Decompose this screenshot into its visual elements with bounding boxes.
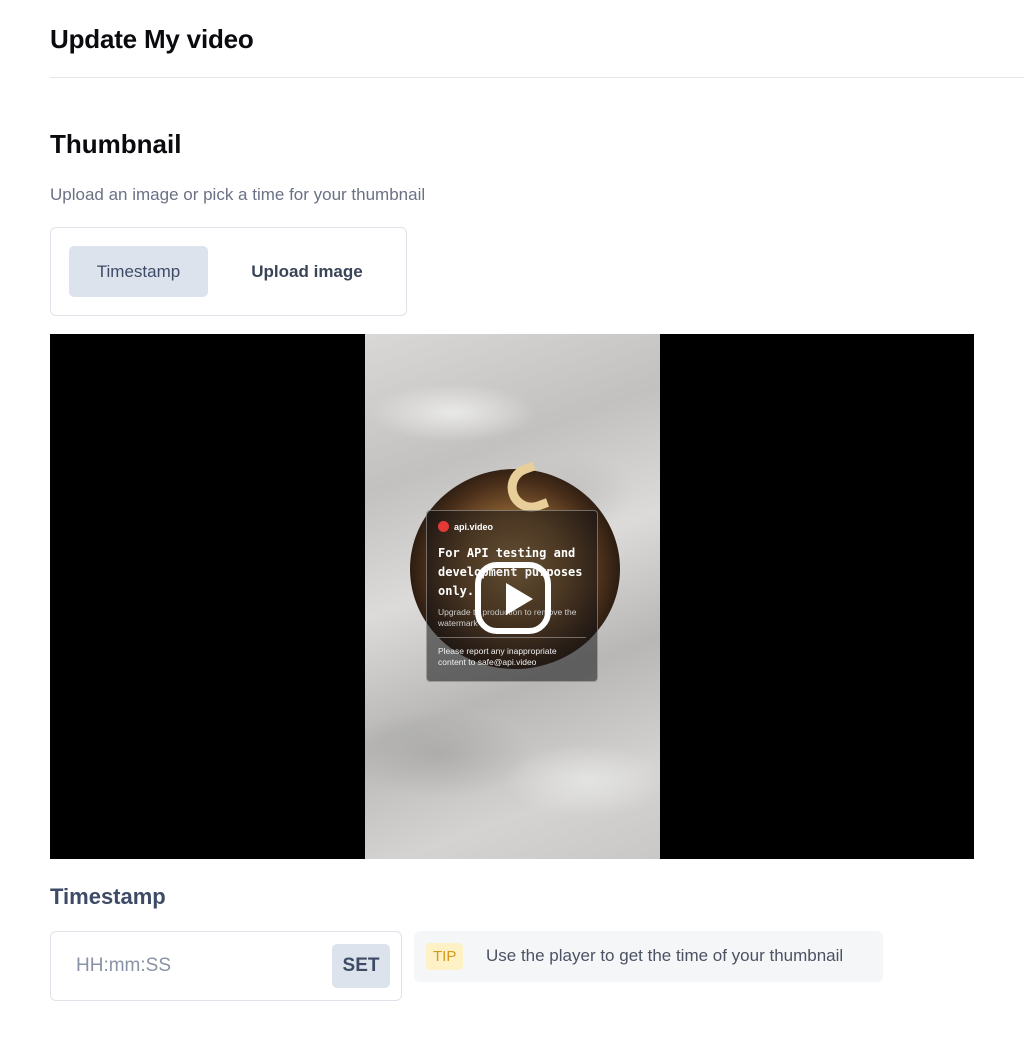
thumbnail-description: Upload an image or pick a time for your … [50,185,426,204]
timestamp-label: Timestamp [50,884,166,909]
timestamp-input[interactable] [52,933,322,999]
header-divider [50,77,1024,78]
set-button[interactable]: SET [332,944,390,988]
video-player[interactable]: api.video For API testing and developmen… [50,334,974,859]
thumbnail-mode-tabs: Timestamp Upload image [50,227,407,316]
timestamp-field: SET [50,931,402,1001]
video-frame: api.video For API testing and developmen… [365,334,660,859]
tab-upload-image[interactable]: Upload image [227,246,387,297]
tip-badge: TIP [426,943,464,970]
tip-box: TIP Use the player to get the time of yo… [414,931,883,982]
api-video-logo-icon [438,521,449,532]
tab-timestamp[interactable]: Timestamp [69,246,208,297]
thumbnail-section-title: Thumbnail [50,129,182,159]
page-title: Update My video [50,24,254,54]
watermark-report: Please report any inappropriate content … [438,646,557,667]
watermark-brand: api.video [438,521,586,532]
watermark-brand-text: api.video [454,521,494,532]
watermark-divider [438,637,586,638]
play-icon[interactable] [475,562,551,634]
tip-text: Use the player to get the time of your t… [486,946,844,965]
